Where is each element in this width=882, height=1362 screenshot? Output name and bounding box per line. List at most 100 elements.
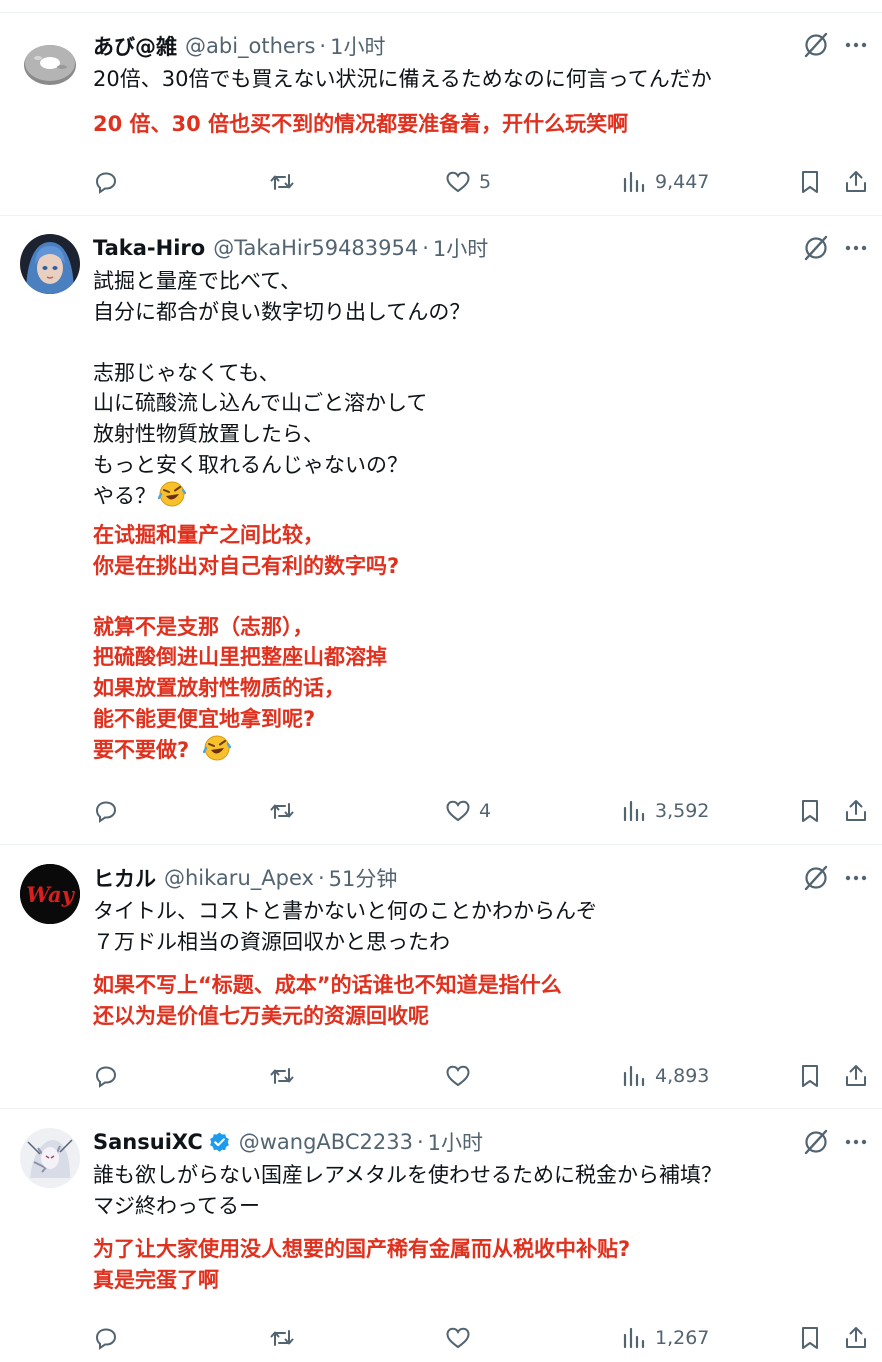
post-text: 試掘と量産で比べて、 自分に都合が良い数字切り出してんの？ 志那じゃなくても、 山に硫… bbox=[93, 266, 470, 512]
post-text-line: 志那じゃなくても、 bbox=[93, 360, 280, 385]
retweet-button[interactable] bbox=[269, 1061, 295, 1091]
reply-icon bbox=[95, 801, 117, 823]
bookmark-icon bbox=[802, 800, 818, 822]
grok-icon[interactable] bbox=[801, 1127, 831, 1157]
translation-line: 就算不是支那（志那）， bbox=[93, 614, 314, 639]
views-button[interactable]: 9,447 bbox=[621, 167, 709, 197]
author-handle[interactable]: @wangABC2233 bbox=[239, 1130, 413, 1154]
translation-line: 还以为是价值七万美元的资源回收呢 bbox=[93, 1003, 429, 1028]
bookmark-button[interactable] bbox=[797, 796, 823, 826]
post-item[interactable]: Way ヒカル @hikaru_Apex · 51分钟 タイトル、コストと書かな… bbox=[0, 845, 882, 1109]
more-icon[interactable] bbox=[843, 32, 869, 58]
grok-icon[interactable] bbox=[801, 233, 831, 263]
retweet-icon bbox=[270, 803, 294, 819]
retweet-button[interactable] bbox=[269, 167, 295, 197]
like-icon bbox=[446, 1065, 470, 1087]
post-text-line: もっと安く取れるんじゃないの？ bbox=[93, 452, 408, 477]
bookmark-icon bbox=[802, 1327, 818, 1349]
views-button[interactable]: 3,592 bbox=[621, 796, 709, 826]
separator-dot: · bbox=[422, 236, 429, 260]
post-item[interactable]: Taka-Hiro @TakaHir59483954 · 1小时 試掘と量産で比… bbox=[0, 216, 882, 845]
reply-button[interactable] bbox=[93, 1061, 119, 1091]
share-icon bbox=[846, 800, 866, 821]
post-text-line: 20倍、30倍でも買えない状況に備えるためなのに何言ってんだか bbox=[93, 67, 712, 91]
post-text-line: 試掘と量産で比べて、 bbox=[93, 269, 302, 293]
translation-line: 把硫酸倒进山里把整座山都溶掉 bbox=[93, 645, 387, 670]
post-item[interactable]: あび@雑 @abi_others · 1小时 20倍、30倍でも買えない状況に備… bbox=[0, 12, 882, 216]
author-name[interactable]: SansuiXC bbox=[93, 1130, 203, 1154]
like-button[interactable] bbox=[445, 1323, 471, 1353]
rolling-on-floor-laughing-emoji bbox=[157, 480, 187, 508]
separator-dot: · bbox=[317, 866, 325, 890]
translation-line: 如果不写上“标题、成本”的话谁也不知道是指什么 bbox=[93, 973, 562, 997]
author-handle[interactable]: @abi_others bbox=[185, 34, 315, 58]
share-button[interactable] bbox=[843, 1061, 869, 1091]
reply-button[interactable] bbox=[93, 1323, 119, 1353]
like-count: 5 bbox=[479, 171, 492, 193]
bookmark-icon bbox=[802, 171, 818, 193]
rolling-on-floor-laughing-emoji bbox=[202, 734, 232, 762]
avatar[interactable] bbox=[20, 1128, 80, 1188]
retweet-button[interactable] bbox=[269, 1323, 295, 1353]
views-button[interactable]: 4,893 bbox=[621, 1061, 709, 1091]
author-name[interactable]: ヒカル bbox=[93, 863, 156, 893]
retweet-button[interactable] bbox=[269, 796, 295, 826]
retweet-icon bbox=[270, 1068, 294, 1084]
bookmark-icon bbox=[802, 1065, 818, 1087]
views-button[interactable]: 1,267 bbox=[621, 1323, 709, 1353]
author-name[interactable]: あび@雑 bbox=[93, 31, 177, 61]
author-handle[interactable]: @TakaHir59483954 bbox=[213, 236, 418, 260]
post-text-line: マジ終わってるー bbox=[93, 1193, 260, 1218]
like-button[interactable]: 4 bbox=[445, 796, 491, 826]
separator-dot: · bbox=[319, 34, 327, 58]
share-button[interactable] bbox=[843, 796, 869, 826]
post-time[interactable]: 1小时 bbox=[330, 31, 385, 61]
bookmark-button[interactable] bbox=[797, 1061, 823, 1091]
bookmark-button[interactable] bbox=[797, 1323, 823, 1353]
views-icon bbox=[623, 1327, 645, 1349]
share-button[interactable] bbox=[843, 1323, 869, 1353]
share-icon bbox=[846, 1327, 866, 1348]
post-time[interactable]: 1小时 bbox=[428, 1127, 483, 1157]
avatar[interactable]: Way bbox=[20, 864, 80, 924]
reply-button[interactable] bbox=[93, 167, 119, 197]
post-text: タイトル、コストと書かないと何のことかわからんぞ ７万ドル相当の資源回収かと思った… bbox=[93, 896, 597, 957]
translation-text: 20 倍、30 倍也买不到的情况都要准备着，开什么玩笑啊 bbox=[93, 109, 628, 140]
post-item[interactable]: SansuiXC @wangABC2233 · 1小时 誰も欲しがらない国産レア… bbox=[0, 1109, 882, 1362]
author-handle[interactable]: @hikaru_Apex bbox=[164, 866, 314, 890]
share-button[interactable] bbox=[843, 167, 869, 197]
bookmark-button[interactable] bbox=[797, 167, 823, 197]
grok-icon[interactable] bbox=[801, 30, 831, 60]
post-text: 20倍、30倍でも買えない状況に備えるためなのに何言ってんだか bbox=[93, 64, 712, 95]
avatar[interactable] bbox=[20, 34, 80, 94]
post-text-line: タイトル、コストと書かないと何のことかわからんぞ bbox=[93, 899, 597, 923]
reply-icon bbox=[95, 1328, 117, 1350]
retweet-icon bbox=[270, 174, 294, 190]
avatar[interactable] bbox=[20, 234, 80, 294]
translation-line: 20 倍、30 倍也买不到的情况都要准备着，开什么玩笑啊 bbox=[93, 112, 629, 136]
view-count: 1,267 bbox=[655, 1327, 710, 1349]
more-icon[interactable] bbox=[843, 235, 869, 261]
author-name[interactable]: Taka-Hiro bbox=[93, 236, 205, 260]
post-time[interactable]: 51分钟 bbox=[329, 863, 398, 893]
like-icon bbox=[446, 171, 470, 193]
like-button[interactable] bbox=[445, 1061, 471, 1091]
post-text-line: 放射性物質放置したら、 bbox=[93, 421, 324, 446]
post-time[interactable]: 1小时 bbox=[433, 233, 488, 263]
more-icon[interactable] bbox=[843, 865, 869, 891]
share-icon bbox=[846, 1065, 866, 1086]
reply-icon bbox=[95, 1066, 117, 1088]
post-text-line: 誰も欲しがらない国産レアメタルを使わせるために税金から補填？ bbox=[93, 1163, 722, 1187]
avatar-text: Way bbox=[26, 882, 75, 907]
translation-line: 在试掘和量产之间比较， bbox=[93, 523, 324, 547]
views-icon bbox=[623, 171, 645, 193]
translation-line: 为了让大家使用没人想要的国产稀有金属而从税收中补贴? bbox=[93, 1237, 631, 1261]
more-icon[interactable] bbox=[843, 1129, 869, 1155]
grok-icon[interactable] bbox=[801, 863, 831, 893]
translation-text: 为了让大家使用没人想要的国产稀有金属而从税收中补贴? 真是完蛋了啊 bbox=[93, 1234, 630, 1295]
reply-button[interactable] bbox=[93, 796, 119, 826]
translation-text: 如果不写上“标题、成本”的话谁也不知道是指什么 还以为是价值七万美元的资源回收呢 bbox=[93, 970, 562, 1031]
like-count: 4 bbox=[479, 800, 492, 822]
like-button[interactable]: 5 bbox=[445, 167, 491, 197]
post-text: 誰も欲しがらない国産レアメタルを使わせるために税金から補填？ マジ終わってるー bbox=[93, 1160, 722, 1221]
